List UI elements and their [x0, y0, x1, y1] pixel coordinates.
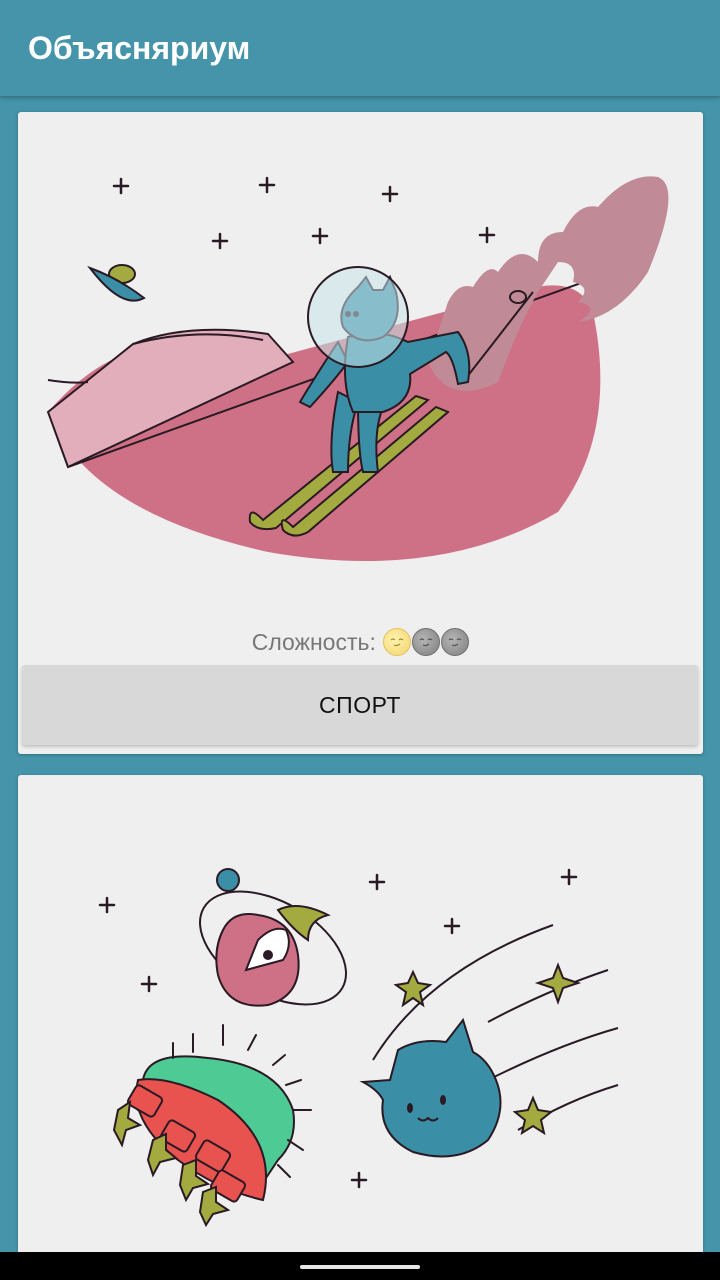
planet-rocket: [199, 868, 347, 1007]
full-moon-icon: [383, 627, 412, 656]
ufo-icon: [87, 264, 146, 302]
helmet: [307, 266, 409, 368]
difficulty-label: Сложность:: [251, 628, 376, 655]
app-title: Объясняриум: [28, 30, 251, 66]
new-moon-icon: [412, 627, 441, 656]
category-card-sport[interactable]: Сложность: СПОРТ: [18, 112, 703, 754]
stars-decoration: [112, 176, 496, 250]
home-handle[interactable]: [300, 1265, 420, 1269]
space-cat-illustration: [98, 868, 619, 1228]
cat-head: [359, 1017, 502, 1158]
category-card-space[interactable]: [18, 775, 703, 1265]
category-sport-button[interactable]: СПОРТ: [22, 665, 698, 745]
cat-astronaut-ski-illustration: [46, 176, 669, 561]
difficulty-indicator: Сложность:: [18, 624, 703, 656]
app-bar: Объясняриум: [0, 0, 720, 96]
new-moon-icon: [441, 627, 470, 656]
system-navigation-bar: [0, 1252, 720, 1280]
